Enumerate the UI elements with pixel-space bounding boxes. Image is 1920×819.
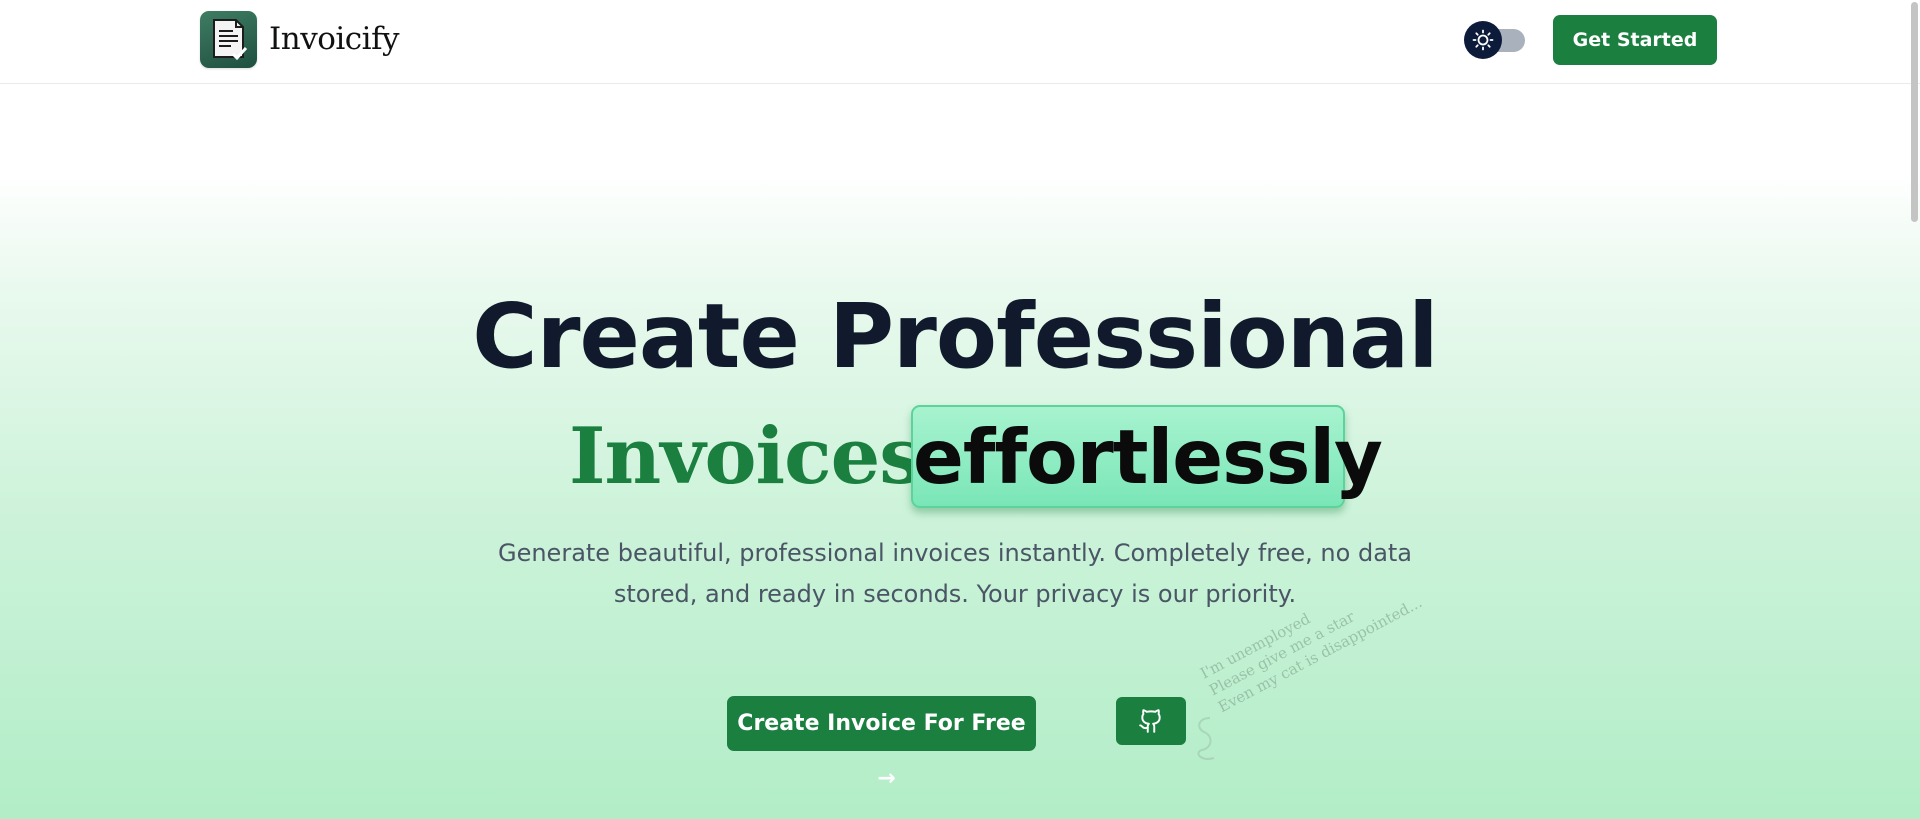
invoice-logo-icon[interactable] xyxy=(200,11,257,68)
headline-line1: Create Professional xyxy=(472,284,1438,388)
arrow-right-icon: → xyxy=(877,766,896,791)
scrollbar-thumb[interactable] xyxy=(1911,2,1918,222)
hero-subtitle: Generate beautiful, professional invoice… xyxy=(497,539,1413,608)
sun-icon xyxy=(1472,29,1494,51)
github-icon xyxy=(1139,709,1161,733)
squiggle-arrow-icon xyxy=(1197,717,1215,760)
toggle-knob xyxy=(1464,21,1502,59)
get-started-button[interactable]: Get Started xyxy=(1553,15,1717,65)
top-navbar: Invoicify Get Started xyxy=(0,0,1920,84)
create-invoice-label: Create Invoice For Free xyxy=(737,711,1026,736)
headline-highlight: effortlessly xyxy=(911,405,1383,508)
page-scrollbar[interactable] xyxy=(1908,0,1920,819)
theme-toggle[interactable] xyxy=(1464,21,1526,59)
create-invoice-button[interactable]: Create Invoice For Free → xyxy=(727,696,1036,791)
brand-name[interactable]: Invoicify xyxy=(269,18,400,60)
headline-invoices: Invoices xyxy=(569,411,923,502)
github-button[interactable] xyxy=(1116,697,1186,745)
